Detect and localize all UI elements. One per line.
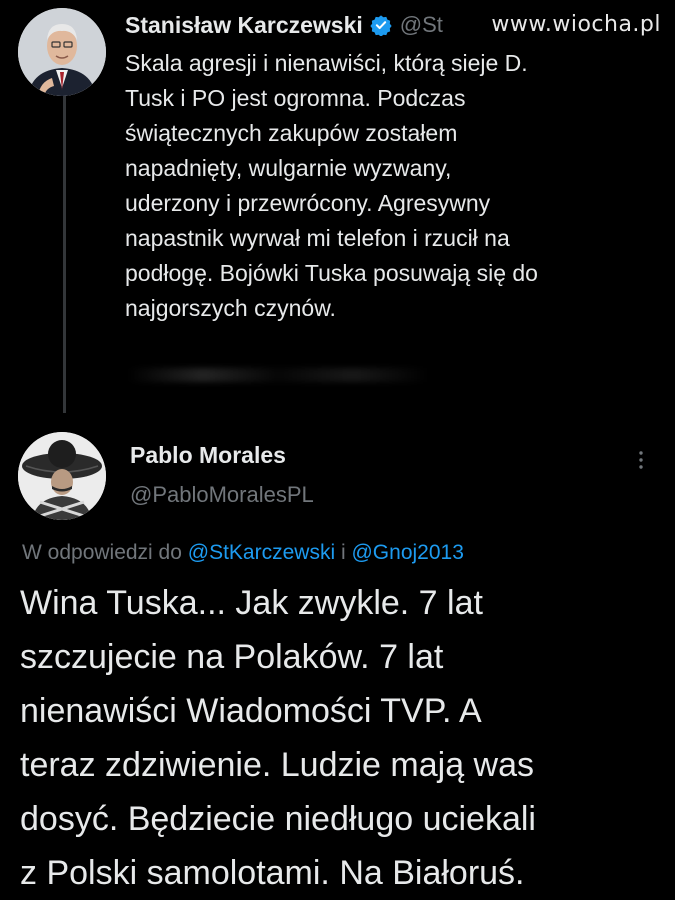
tweet2-text: Wina Tuska... Jak zwykle. 7 lat szczujec…	[20, 584, 536, 892]
verified-badge-icon	[370, 14, 392, 36]
avatar-photo	[18, 8, 106, 96]
avatar-photo	[18, 432, 106, 520]
reply-mention-gnoj2013[interactable]: @Gnoj2013	[351, 541, 463, 564]
tweet1-header: Stanisław Karczewski @St	[125, 8, 443, 42]
reply-conjunction: i	[340, 541, 346, 564]
watermark-text: www.wiocha.pl	[491, 12, 661, 37]
tweet2-author-name[interactable]: Pablo Morales	[130, 442, 286, 469]
tweet1-text: Skala agresji i nienawiści, którą sieje …	[125, 50, 538, 321]
tweet2-handle[interactable]: @PabloMoralesPL	[130, 482, 314, 508]
reply-mention-stkarczewski[interactable]: @StKarczewski	[188, 541, 335, 564]
reply-prefix: W odpowiedzi do	[22, 541, 182, 564]
avatar-stanislaw-karczewski[interactable]	[18, 8, 106, 96]
blurred-region	[128, 368, 428, 382]
more-options-icon[interactable]	[634, 448, 648, 472]
reply-context: W odpowiedzi do @StKarczewski i @Gnoj201…	[22, 541, 464, 565]
tweet1-author-name[interactable]: Stanisław Karczewski	[125, 12, 363, 39]
thread-connector-line	[63, 95, 66, 413]
avatar-pablo-morales[interactable]	[18, 432, 106, 520]
tweet1-handle[interactable]: @St	[400, 12, 443, 38]
